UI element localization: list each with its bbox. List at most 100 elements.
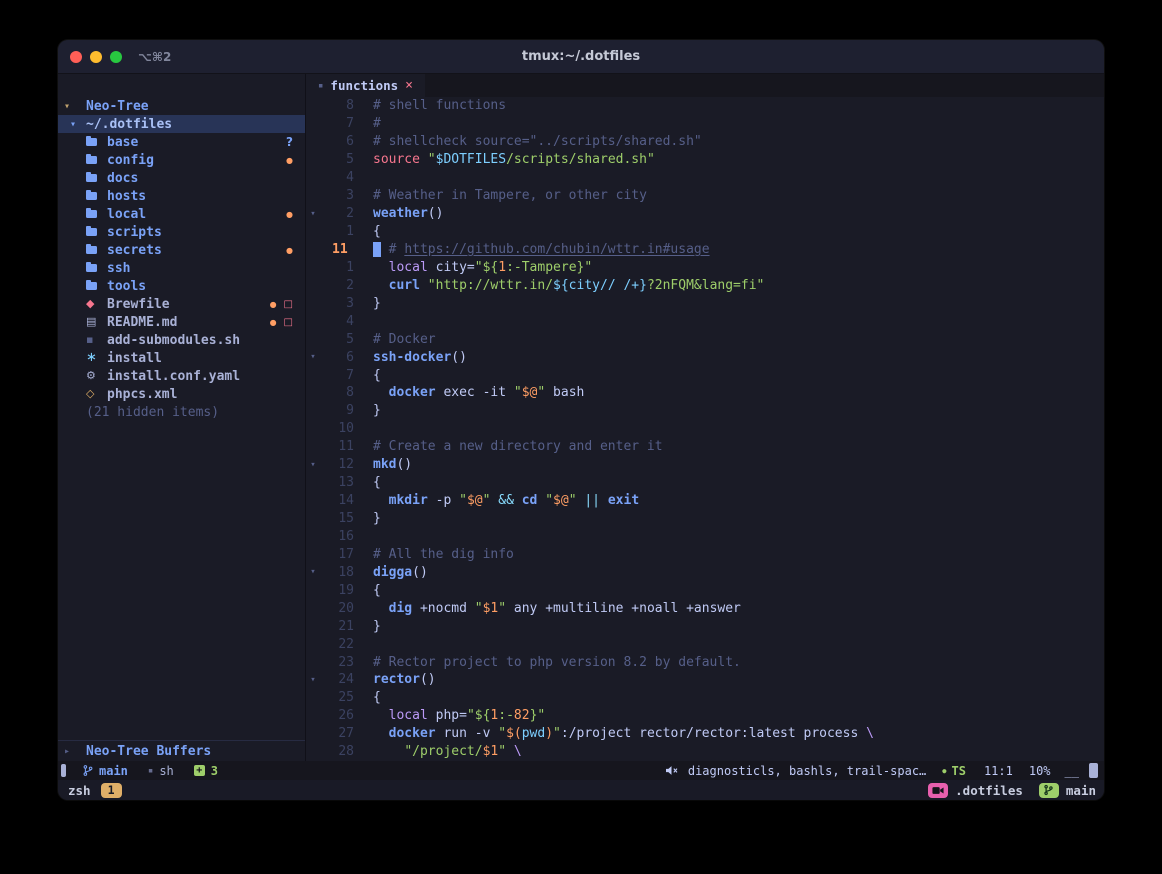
code-token: # Rector project to php version 8.2 by d… bbox=[373, 655, 741, 670]
code-token: }" bbox=[577, 260, 593, 275]
code-token: exit bbox=[608, 493, 639, 508]
tab-close-button[interactable]: × bbox=[405, 78, 413, 93]
tree-item-install[interactable]: ∗install bbox=[58, 349, 305, 367]
code-line[interactable]: ▾24rector() bbox=[306, 671, 1104, 689]
code-token: $@ bbox=[467, 493, 483, 508]
code-line[interactable]: 14 mkdir -p "$@" && cd "$@" || exit bbox=[306, 492, 1104, 510]
fold-marker-icon[interactable]: ▾ bbox=[306, 567, 320, 577]
code-line[interactable]: 5# Docker bbox=[306, 330, 1104, 348]
tree-item-tools[interactable]: tools bbox=[58, 277, 305, 295]
code-line[interactable]: 7{ bbox=[306, 366, 1104, 384]
code-line[interactable]: 28 "/project/$1" \ bbox=[306, 743, 1104, 761]
tmux-window-index[interactable]: 1 bbox=[101, 783, 122, 798]
tree-item-config[interactable]: config● bbox=[58, 151, 305, 169]
treesitter-segment: ● TS bbox=[942, 764, 966, 778]
fold-marker-icon[interactable]: ▾ bbox=[306, 352, 320, 362]
tree-item-label: install.conf.yaml bbox=[107, 369, 240, 384]
line-text: { bbox=[354, 224, 381, 239]
code-line[interactable]: 25{ bbox=[306, 689, 1104, 707]
folder-icon bbox=[86, 223, 100, 241]
titlebar[interactable]: ⌥⌘2 tmux:~/.dotfiles bbox=[58, 40, 1104, 74]
tmux-window-name[interactable]: zsh bbox=[68, 783, 91, 798]
git-status-badges: ●□ bbox=[270, 317, 293, 328]
tree-item-Brewfile[interactable]: ◆Brewfile●□ bbox=[58, 295, 305, 313]
zoom-window-button[interactable] bbox=[110, 51, 122, 63]
tree-item-docs[interactable]: docs bbox=[58, 169, 305, 187]
line-number: 21 bbox=[320, 619, 354, 634]
code-line[interactable]: 4 bbox=[306, 312, 1104, 330]
code-token bbox=[420, 152, 428, 167]
code-token: || bbox=[584, 493, 600, 508]
code-line[interactable]: ▾18digga() bbox=[306, 563, 1104, 581]
code-line[interactable]: 20 dig +nocmd "$1" any +multiline +noall… bbox=[306, 599, 1104, 617]
tree-item-install.conf.yaml[interactable]: ⚙install.conf.yaml bbox=[58, 367, 305, 385]
treesitter-icon: ● bbox=[942, 767, 946, 775]
code-line[interactable]: 9} bbox=[306, 402, 1104, 420]
tree-item-local[interactable]: local● bbox=[58, 205, 305, 223]
git-branch-icon bbox=[82, 764, 94, 777]
folder-shape bbox=[86, 210, 97, 218]
code-line[interactable]: 4 bbox=[306, 169, 1104, 187]
chevron-down-icon: ▾ bbox=[64, 101, 86, 112]
code-area[interactable]: 8# shell functions7#6# shellcheck source… bbox=[306, 97, 1104, 761]
code-line[interactable]: 6# shellcheck source="../scripts/shared.… bbox=[306, 133, 1104, 151]
code-line[interactable]: 10 bbox=[306, 420, 1104, 438]
tree-item-base[interactable]: base? bbox=[58, 133, 305, 151]
minimize-window-button[interactable] bbox=[90, 51, 102, 63]
line-number: 14 bbox=[320, 493, 354, 508]
code-line[interactable]: 17# All the dig info bbox=[306, 545, 1104, 563]
code-line[interactable]: 5source "$DOTFILES/scripts/shared.sh" bbox=[306, 151, 1104, 169]
code-token: curl bbox=[389, 278, 420, 293]
line-number: 8 bbox=[320, 385, 354, 400]
statusline: main ▪ sh + 3 diagnosticls, bashls, trai… bbox=[58, 761, 1104, 780]
line-text: { bbox=[354, 368, 381, 383]
tree-root-dotfiles[interactable]: ▾ ~/.dotfiles bbox=[58, 115, 305, 133]
code-line[interactable]: 15} bbox=[306, 510, 1104, 528]
fold-marker-icon[interactable]: ▾ bbox=[306, 675, 320, 685]
fold-marker-icon[interactable]: ▾ bbox=[306, 460, 320, 470]
close-window-button[interactable] bbox=[70, 51, 82, 63]
code-token: :- bbox=[506, 260, 522, 275]
code-line[interactable]: 11# Create a new directory and enter it bbox=[306, 438, 1104, 456]
tree-item-hosts[interactable]: hosts bbox=[58, 187, 305, 205]
code-line[interactable]: 1 local city="${1:-Tampere}" bbox=[306, 258, 1104, 276]
tree-item-scripts[interactable]: scripts bbox=[58, 223, 305, 241]
tree-item-README.md[interactable]: ▤README.md●□ bbox=[58, 313, 305, 331]
tree-item-add-submodules.sh[interactable]: ▪add-submodules.sh bbox=[58, 331, 305, 349]
code-line[interactable]: 19{ bbox=[306, 581, 1104, 599]
code-token: any +multiline +noall +answer bbox=[506, 601, 741, 616]
code-line[interactable]: 8# shell functions bbox=[306, 97, 1104, 115]
code-line[interactable]: 23# Rector project to php version 8.2 by… bbox=[306, 653, 1104, 671]
code-token: # bbox=[389, 242, 405, 257]
code-line[interactable]: 11 # https://github.com/chubin/wttr.in#u… bbox=[306, 241, 1104, 259]
code-line[interactable]: 16 bbox=[306, 528, 1104, 546]
code-line[interactable]: 7# bbox=[306, 115, 1104, 133]
code-token: ssh-docker bbox=[373, 350, 451, 365]
line-number: 24 bbox=[320, 672, 354, 687]
fold-marker-icon[interactable]: ▾ bbox=[306, 209, 320, 219]
line-text: # shell functions bbox=[354, 98, 506, 113]
tree-item-label: add-submodules.sh bbox=[107, 333, 240, 348]
tree-item-secrets[interactable]: secrets● bbox=[58, 241, 305, 259]
tree-item-ssh[interactable]: ssh bbox=[58, 259, 305, 277]
code-line[interactable]: 8 docker exec -it "$@" bash bbox=[306, 384, 1104, 402]
folder-icon bbox=[86, 169, 100, 187]
code-line[interactable]: 2 curl "http://wttr.in/${city// /+}?2nFQ… bbox=[306, 276, 1104, 294]
code-line[interactable]: 1{ bbox=[306, 223, 1104, 241]
code-line[interactable]: 3# Weather in Tampere, or other city bbox=[306, 187, 1104, 205]
code-line[interactable]: 21} bbox=[306, 617, 1104, 635]
code-line[interactable]: 13{ bbox=[306, 474, 1104, 492]
code-token: () bbox=[428, 206, 444, 221]
tab-functions[interactable]: ▪ functions × bbox=[306, 74, 425, 97]
code-line[interactable]: ▾12mkd() bbox=[306, 456, 1104, 474]
code-line[interactable]: 3} bbox=[306, 294, 1104, 312]
code-line[interactable]: ▾2weather() bbox=[306, 205, 1104, 223]
neo-tree-header[interactable]: ▾ Neo-Tree bbox=[58, 97, 305, 115]
code-line[interactable]: 22 bbox=[306, 635, 1104, 653]
neo-tree-title: Neo-Tree bbox=[86, 99, 149, 114]
code-line[interactable]: ▾6ssh-docker() bbox=[306, 348, 1104, 366]
code-line[interactable]: 26 local php="${1:-82}" bbox=[306, 707, 1104, 725]
code-line[interactable]: 27 docker run -v "$(pwd)":/project recto… bbox=[306, 725, 1104, 743]
tree-item-phpcs.xml[interactable]: ◇phpcs.xml bbox=[58, 385, 305, 403]
neo-tree-buffers-header[interactable]: ▸ Neo-Tree Buffers bbox=[58, 741, 305, 761]
